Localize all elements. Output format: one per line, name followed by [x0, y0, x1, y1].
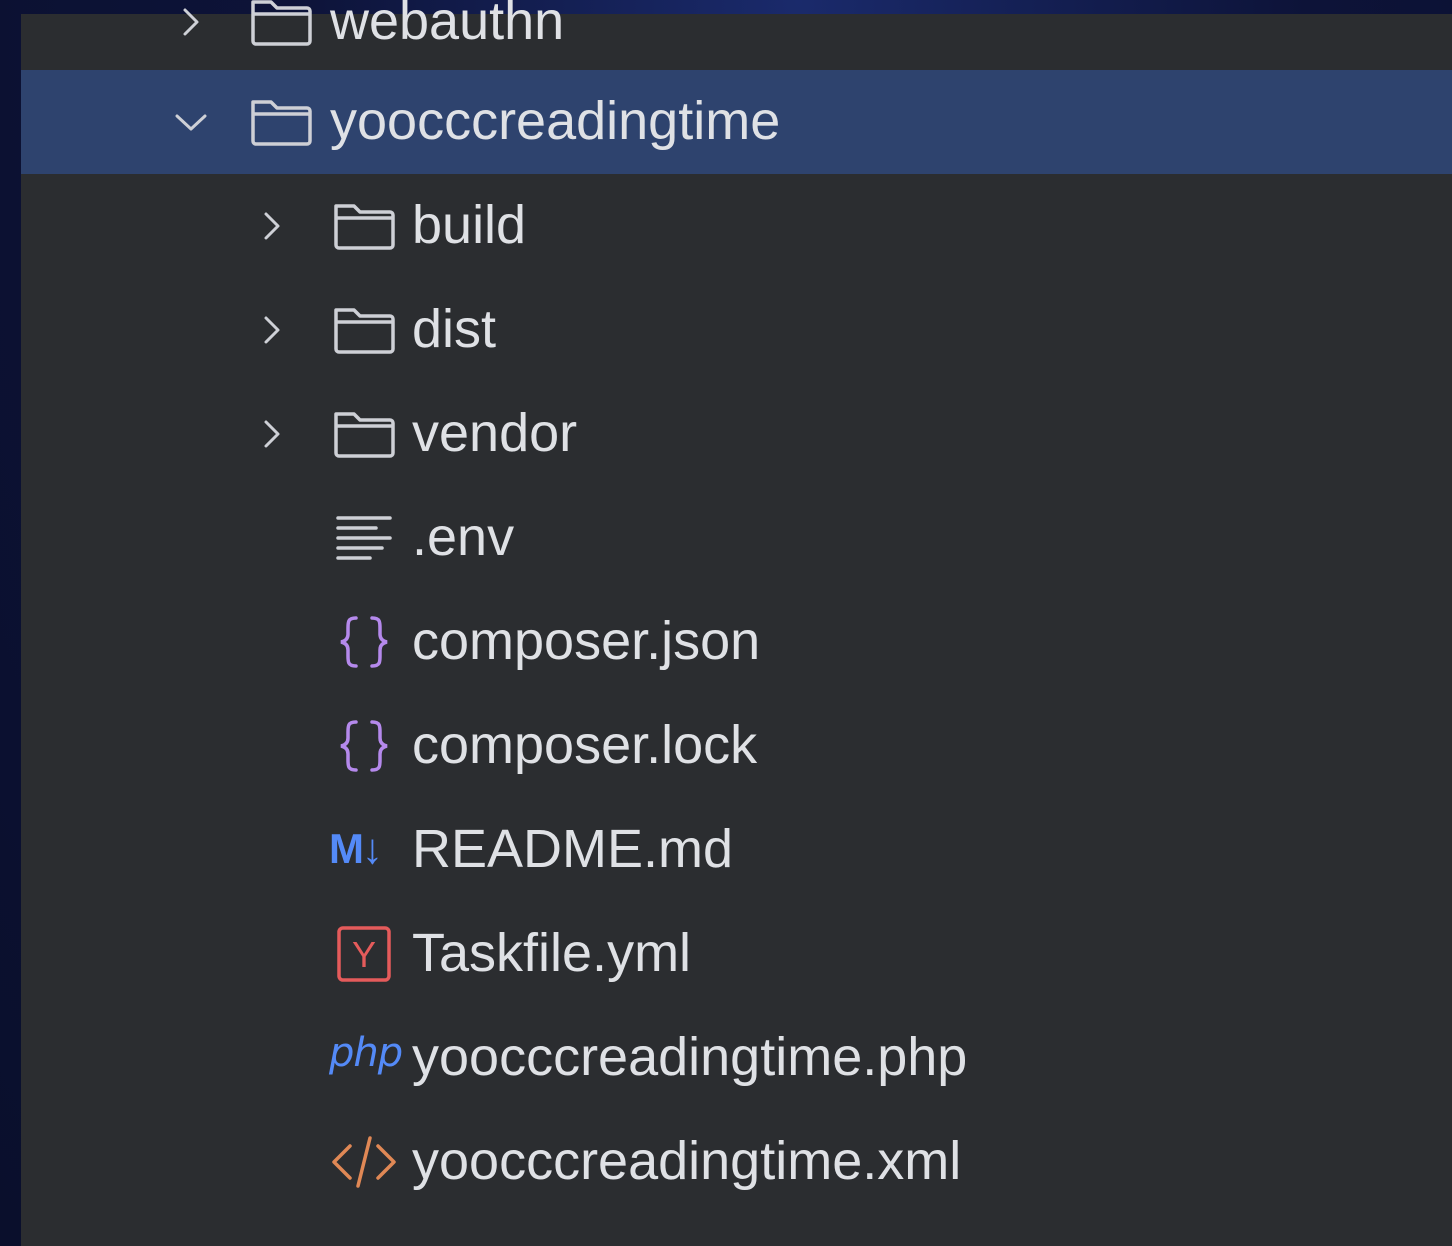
tree-item-label: .env: [412, 506, 515, 567]
folder-icon: [334, 204, 395, 250]
chevron-right-icon[interactable]: [252, 206, 292, 246]
markdown-icon: M↓: [329, 825, 383, 872]
folder-icon: [251, 100, 312, 146]
tree-item-label: build: [412, 194, 527, 255]
tree-item-label: README.md: [412, 818, 734, 879]
tree-item-label: yoocccreadingtime: [330, 90, 781, 151]
tree-item-label: composer.json: [412, 610, 761, 671]
xml-icon: [332, 1136, 396, 1188]
json-icon: [340, 616, 388, 668]
chevron-right-icon[interactable]: [252, 310, 292, 350]
tree-item-build[interactable]: build: [21, 174, 1452, 278]
tree-item-label: yoocccreadingtime.php: [412, 1026, 968, 1087]
tree-item-vendor[interactable]: vendor: [21, 382, 1452, 486]
tree-item-php-file[interactable]: php yoocccreadingtime.php: [21, 1006, 1452, 1110]
tree-item-label: vendor: [412, 402, 578, 463]
php-icon: php: [329, 1030, 403, 1076]
text-file-icon: [336, 516, 392, 560]
tree-item-label: yoocccreadingtime.xml: [412, 1130, 962, 1191]
folder-icon: [334, 308, 395, 354]
yaml-icon-letter: Y: [352, 934, 376, 975]
chevron-right-icon[interactable]: [252, 414, 292, 454]
chevron-right-icon[interactable]: [171, 2, 211, 42]
tree-item-composer-json[interactable]: composer.json: [21, 590, 1452, 694]
tree-item-label: composer.lock: [412, 714, 758, 775]
desktop-background: webauthn yoocccreadingtime build dist ve…: [0, 0, 1452, 1246]
tree-item-env[interactable]: .env: [21, 486, 1452, 590]
json-icon: [340, 720, 388, 772]
tree-item-taskfile[interactable]: Y Taskfile.yml: [21, 902, 1452, 1006]
tree-item-label: webauthn: [330, 0, 565, 51]
tree-item-webauthn[interactable]: webauthn: [21, 0, 1452, 74]
tree-item-label: Taskfile.yml: [412, 922, 692, 983]
yaml-icon: Y: [337, 926, 391, 982]
folder-icon: [334, 412, 395, 458]
tree-item-xml-file[interactable]: yoocccreadingtime.xml: [21, 1110, 1452, 1214]
folder-icon: [251, 0, 312, 46]
tree-item-composer-lock[interactable]: composer.lock: [21, 694, 1452, 798]
tree-item-readme[interactable]: M↓ README.md: [21, 798, 1452, 902]
chevron-down-icon[interactable]: [171, 102, 211, 142]
tree-item-yoocccreadingtime[interactable]: yoocccreadingtime: [21, 70, 1452, 174]
tree-item-dist[interactable]: dist: [21, 278, 1452, 382]
tree-item-label: dist: [412, 298, 497, 359]
